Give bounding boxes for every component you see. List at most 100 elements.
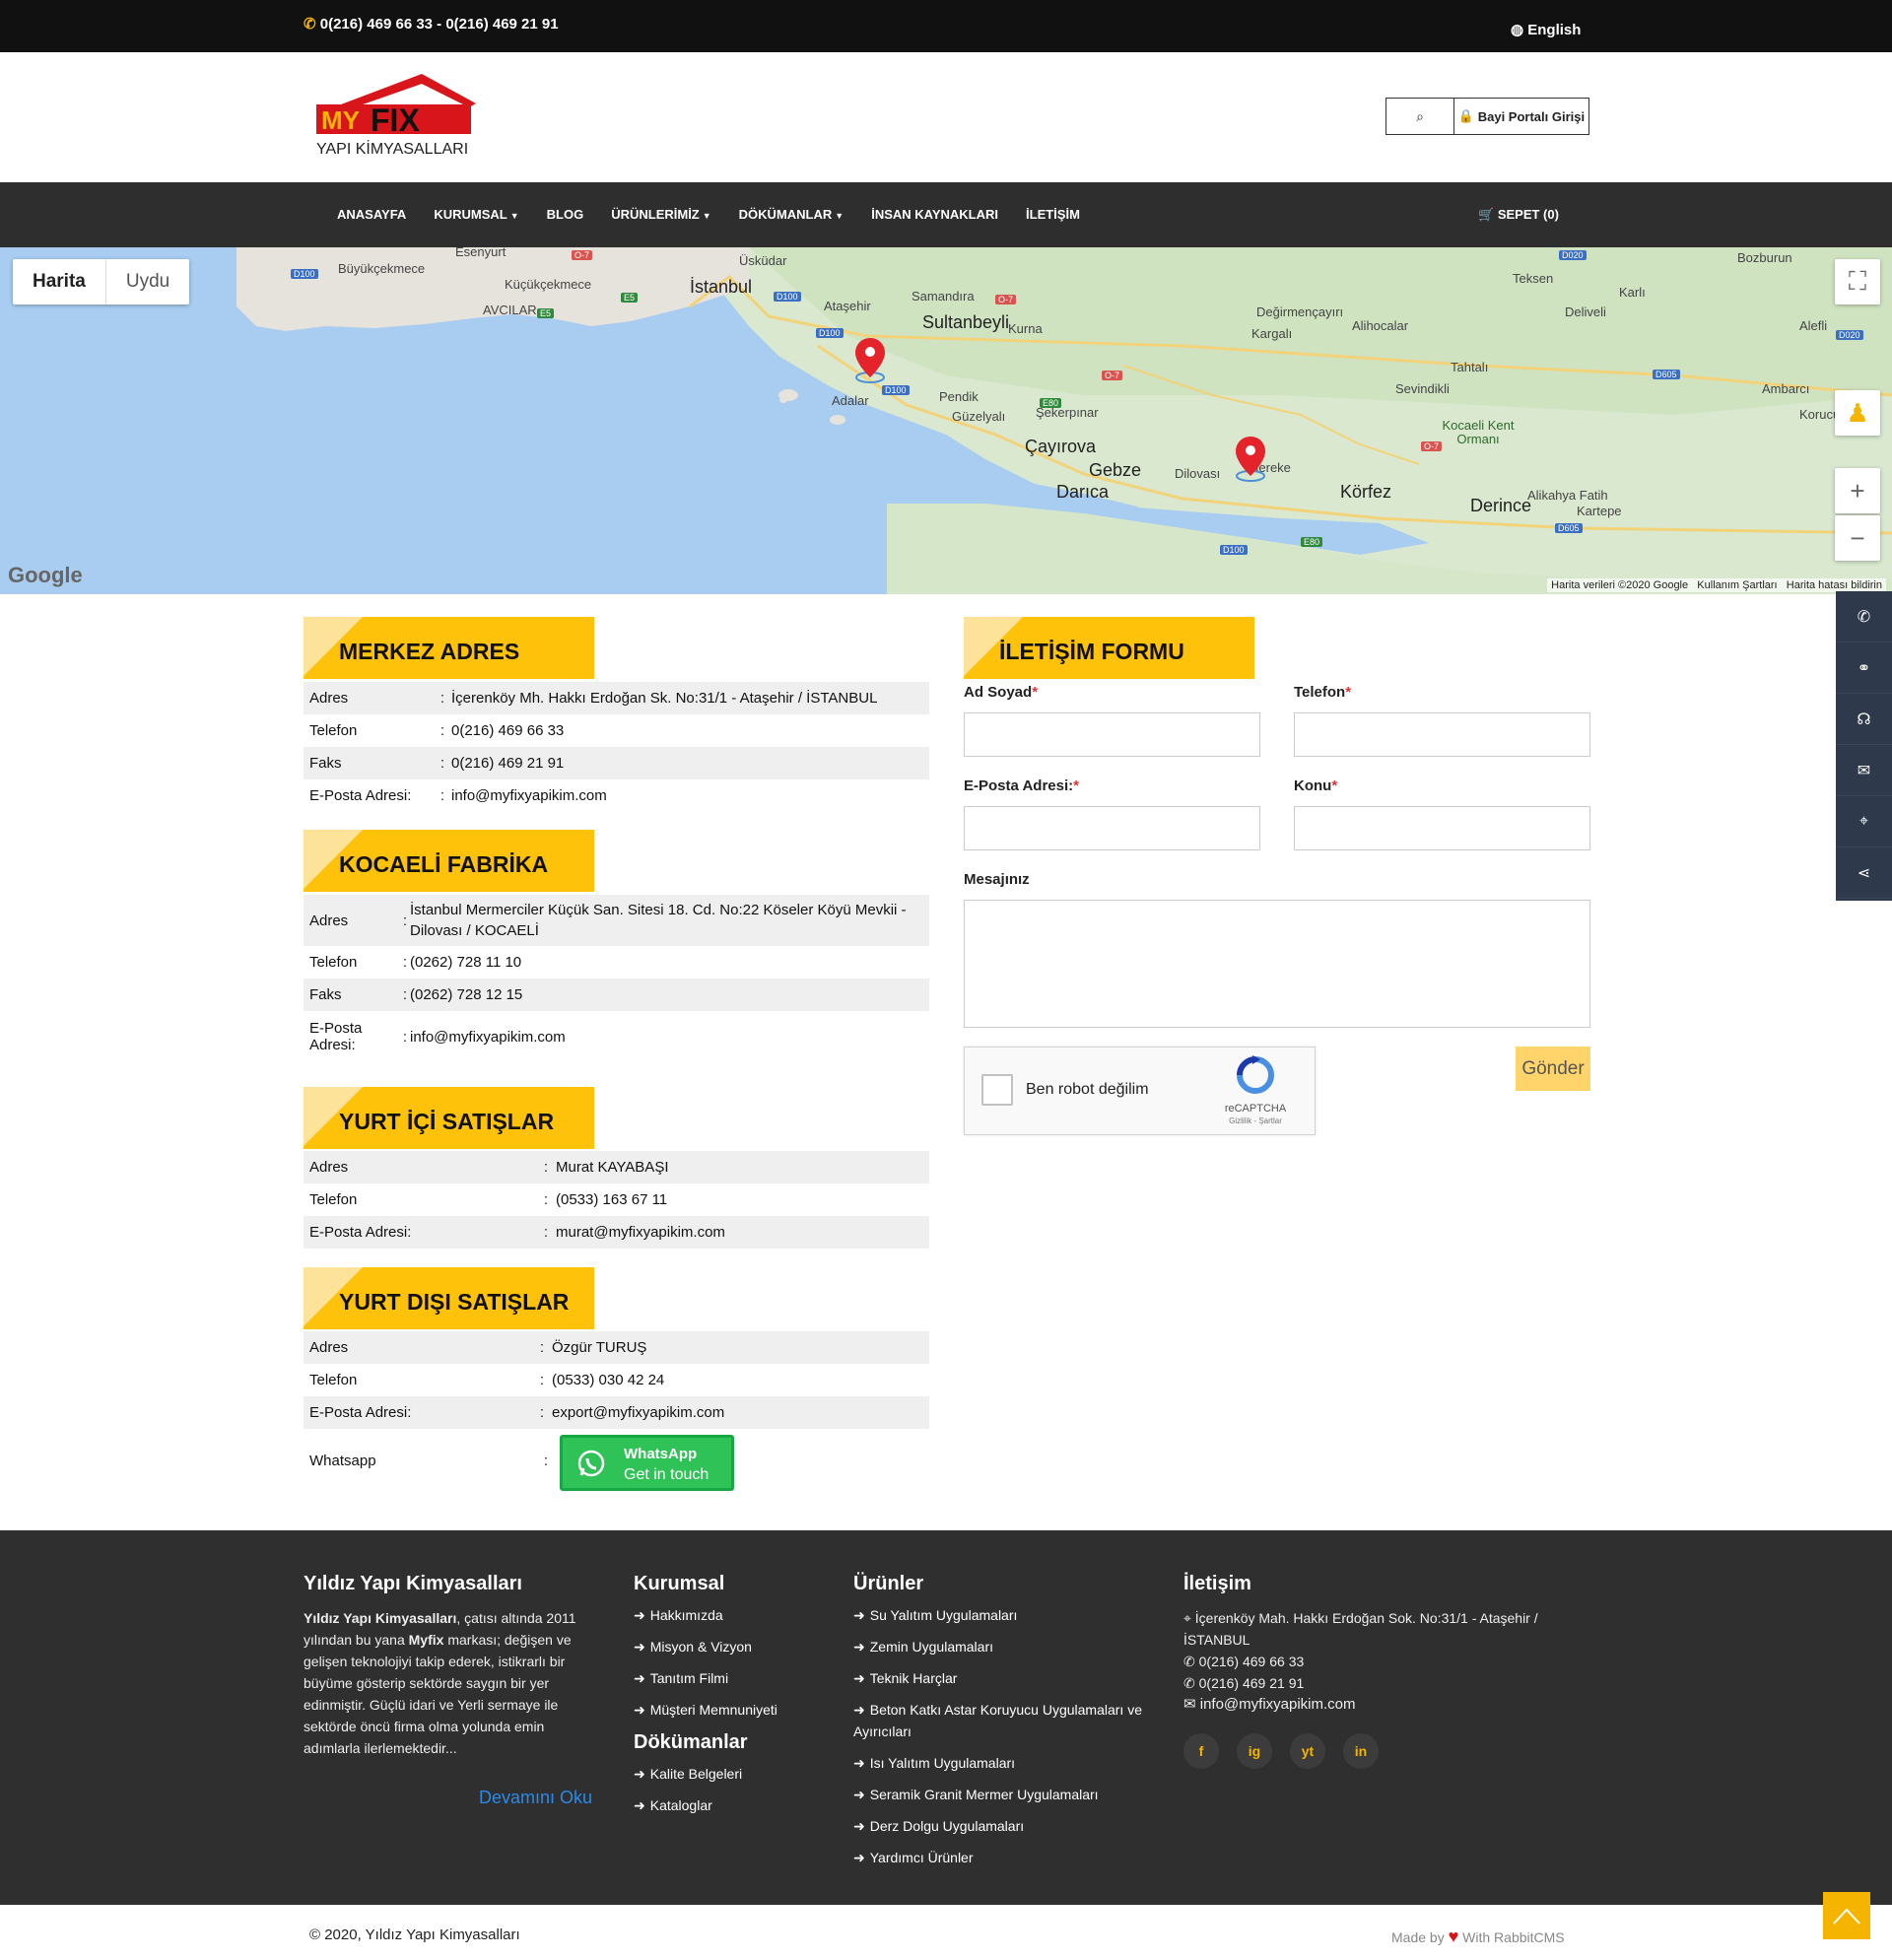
made-by[interactable]: Made by ♥ With RabbitCMS	[1391, 1926, 1565, 1947]
map-marker-icon[interactable]	[853, 336, 887, 383]
message-label: Mesajınız	[964, 871, 1030, 888]
road-sign: D020	[1559, 250, 1587, 260]
search-icon: ⌕	[1416, 107, 1424, 124]
map-place-label: Kurna	[1008, 321, 1043, 336]
street-view-icon[interactable]: ♟	[1835, 390, 1880, 436]
caret-down-icon: ▼	[509, 211, 519, 221]
email-input[interactable]	[964, 806, 1260, 850]
arrow-right-icon: ➜	[634, 1797, 645, 1813]
map-place-label: Derince	[1470, 496, 1532, 515]
main-nav: ANASAYFA KURUMSAL ▼ BLOG ÜRÜNLERİMİZ ▼ DÖKÜMAN…	[0, 182, 1892, 247]
phone-input[interactable]	[1294, 712, 1590, 757]
nav-item[interactable]: BLOG	[547, 207, 584, 222]
recaptcha-links[interactable]: Gizlilik - Şartlar	[1211, 1116, 1300, 1125]
side-toolbar: ✆ ⚭ ☊ ✉ ⌖ ⋖	[1836, 591, 1892, 901]
nav-item[interactable]: İNSAN KAYNAKLARI	[871, 207, 998, 222]
arrow-right-icon: ➜	[853, 1818, 865, 1834]
map-marker-icon[interactable]	[1234, 435, 1267, 482]
footer-link[interactable]: ➜ Tanıtım Filmi	[634, 1662, 831, 1694]
info-row: Telefon: (0533) 030 42 24	[309, 1372, 665, 1388]
whatsapp-button[interactable]: WhatsApp Get in touch	[560, 1435, 734, 1491]
footer-urunler: Ürünler ➜ Su Yalıtım Uygulamaları ➜ Zemin U…	[853, 1573, 1159, 1873]
nav-item[interactable]: DÖKÜMANLAR ▼	[739, 207, 845, 222]
footer-link[interactable]: ➜ Hakkımızda	[634, 1599, 831, 1631]
nav-item[interactable]: İLETİŞİM	[1026, 207, 1080, 222]
side-phone-icon[interactable]: ✆	[1836, 591, 1892, 642]
footer-kurumsal: Kurumsal ➜ Hakkımızda ➜ Misyon & Vizyon ➜ Tan…	[634, 1573, 831, 1821]
map-report-link[interactable]: Harita hatası bildirin	[1787, 579, 1882, 591]
footer-link[interactable]: ➜ Yardımcı Ürünler	[853, 1842, 1159, 1873]
footer-link[interactable]: ➜ Derz Dolgu Uygulamaları	[853, 1810, 1159, 1842]
footer-link[interactable]: ➜ Müşteri Memnuniyeti	[634, 1694, 831, 1725]
google-map[interactable]: Harita Uydu Büyükçekmece Esenyurt Küçükçek…	[0, 247, 1892, 594]
cart-link[interactable]: 🛒 SEPET (0)	[1478, 207, 1559, 223]
info-row: E-Posta Adresi:: murat@myfixyapikim.com	[304, 1216, 929, 1249]
arrow-right-icon: ➜	[853, 1607, 865, 1623]
fullscreen-icon[interactable]: ⛶	[1835, 259, 1880, 304]
footer-link[interactable]: ➜ Beton Katkı Astar Koruyucu Uygulamaları…	[853, 1694, 1159, 1747]
phone-icon: ✆	[1183, 1675, 1195, 1691]
instagram-icon[interactable]: ig	[1237, 1733, 1272, 1769]
info-row: Adres: Özgür TURUŞ	[304, 1331, 929, 1364]
search-button[interactable]: ⌕	[1386, 99, 1454, 134]
footer-iletisim: İletişim ⌖ İçerenköy Mah. Hakkı Erdoğan …	[1183, 1573, 1538, 1713]
road-sign: D100	[1220, 545, 1248, 555]
yurtdisi-title: YURT DIŞI SATIŞLAR	[304, 1267, 594, 1329]
footer-link[interactable]: ➜ Kataloglar	[634, 1790, 831, 1821]
map-place-label: Samandıra	[912, 289, 975, 304]
zoom-in-icon[interactable]: +	[1835, 468, 1880, 513]
youtube-icon[interactable]: yt	[1290, 1733, 1325, 1769]
top-phone[interactable]: ✆ 0(216) 469 66 33 - 0(216) 469 21 91	[304, 15, 559, 33]
side-share-icon[interactable]: ⋖	[1836, 847, 1892, 899]
info-row: Telefon:0(216) 469 66 33	[309, 722, 565, 739]
message-textarea[interactable]	[964, 900, 1590, 1028]
recaptcha-checkbox[interactable]	[981, 1074, 1013, 1106]
side-location-icon[interactable]: ⌖	[1836, 796, 1892, 847]
map-place-label: AVCILAR	[483, 303, 537, 317]
footer-link[interactable]: ➜ Teknik Harçlar	[853, 1662, 1159, 1694]
map-type-control: Harita Uydu	[13, 259, 190, 304]
arrow-right-icon: ➜	[634, 1607, 645, 1623]
road-sign: D100	[882, 385, 910, 395]
merkez-title: MERKEZ ADRES	[304, 617, 594, 679]
side-handshake-icon[interactable]: ⚭	[1836, 642, 1892, 694]
facebook-icon[interactable]: f	[1183, 1733, 1219, 1769]
subject-label: Konu*	[1294, 777, 1338, 794]
caret-down-icon: ▼	[702, 211, 711, 221]
dealer-portal-button[interactable]: 🔒 Bayi Portalı Girişi	[1454, 99, 1588, 134]
map-type-map[interactable]: Harita	[13, 259, 106, 304]
read-more-link[interactable]: Devamını Oku	[479, 1788, 592, 1808]
subject-input[interactable]	[1294, 806, 1590, 850]
map-place-label: Gebze	[1089, 460, 1142, 480]
footer-link[interactable]: ➜ Kalite Belgeleri	[634, 1758, 831, 1790]
submit-button[interactable]: Gönder	[1516, 1047, 1590, 1091]
side-envelope-icon[interactable]: ✉	[1836, 745, 1892, 796]
name-input[interactable]	[964, 712, 1260, 757]
side-headset-icon[interactable]: ☊	[1836, 694, 1892, 745]
footer-link[interactable]: ➜ Su Yalıtım Uygulamaları	[853, 1599, 1159, 1631]
fabrika-title: KOCAELİ FABRİKA	[304, 830, 594, 892]
scroll-to-top-button[interactable]	[1823, 1892, 1870, 1939]
map-type-satellite[interactable]: Uydu	[106, 259, 189, 304]
svg-text:MY: MY	[321, 105, 360, 135]
language-switch[interactable]: ◍ English	[1511, 21, 1581, 38]
zoom-out-icon[interactable]: −	[1835, 515, 1880, 561]
email-label: E-Posta Adresi:*	[964, 777, 1079, 794]
linkedin-icon[interactable]: in	[1343, 1733, 1379, 1769]
site-logo[interactable]: MY FIX YAPI KİMYASALLARI	[313, 70, 501, 169]
map-place-label: Sultanbeyli	[922, 312, 1010, 332]
nav-item[interactable]: ANASAYFA	[337, 207, 406, 222]
map-place-label: İstanbul	[690, 277, 753, 297]
map-place-label: Küçükçekmece	[505, 277, 592, 292]
footer-link[interactable]: ➜ Seramik Granit Mermer Uygulamaları	[853, 1779, 1159, 1810]
map-terms-link[interactable]: Kullanım Şartları	[1697, 579, 1777, 591]
footer-link[interactable]: ➜ Misyon & Vizyon	[634, 1631, 831, 1662]
map-place-label: Üsküdar	[739, 253, 787, 268]
map-place-label: Ambarcı	[1762, 381, 1810, 396]
footer-link[interactable]: ➜ Isı Yalıtım Uygulamaları	[853, 1747, 1159, 1779]
google-logo: Google	[8, 563, 83, 587]
yurtici-title: YURT İÇİ SATIŞLAR	[304, 1087, 594, 1149]
nav-item[interactable]: ÜRÜNLERİMİZ ▼	[611, 207, 710, 222]
footer-link[interactable]: ➜ Zemin Uygulamaları	[853, 1631, 1159, 1662]
nav-item[interactable]: KURUMSAL ▼	[434, 207, 518, 222]
